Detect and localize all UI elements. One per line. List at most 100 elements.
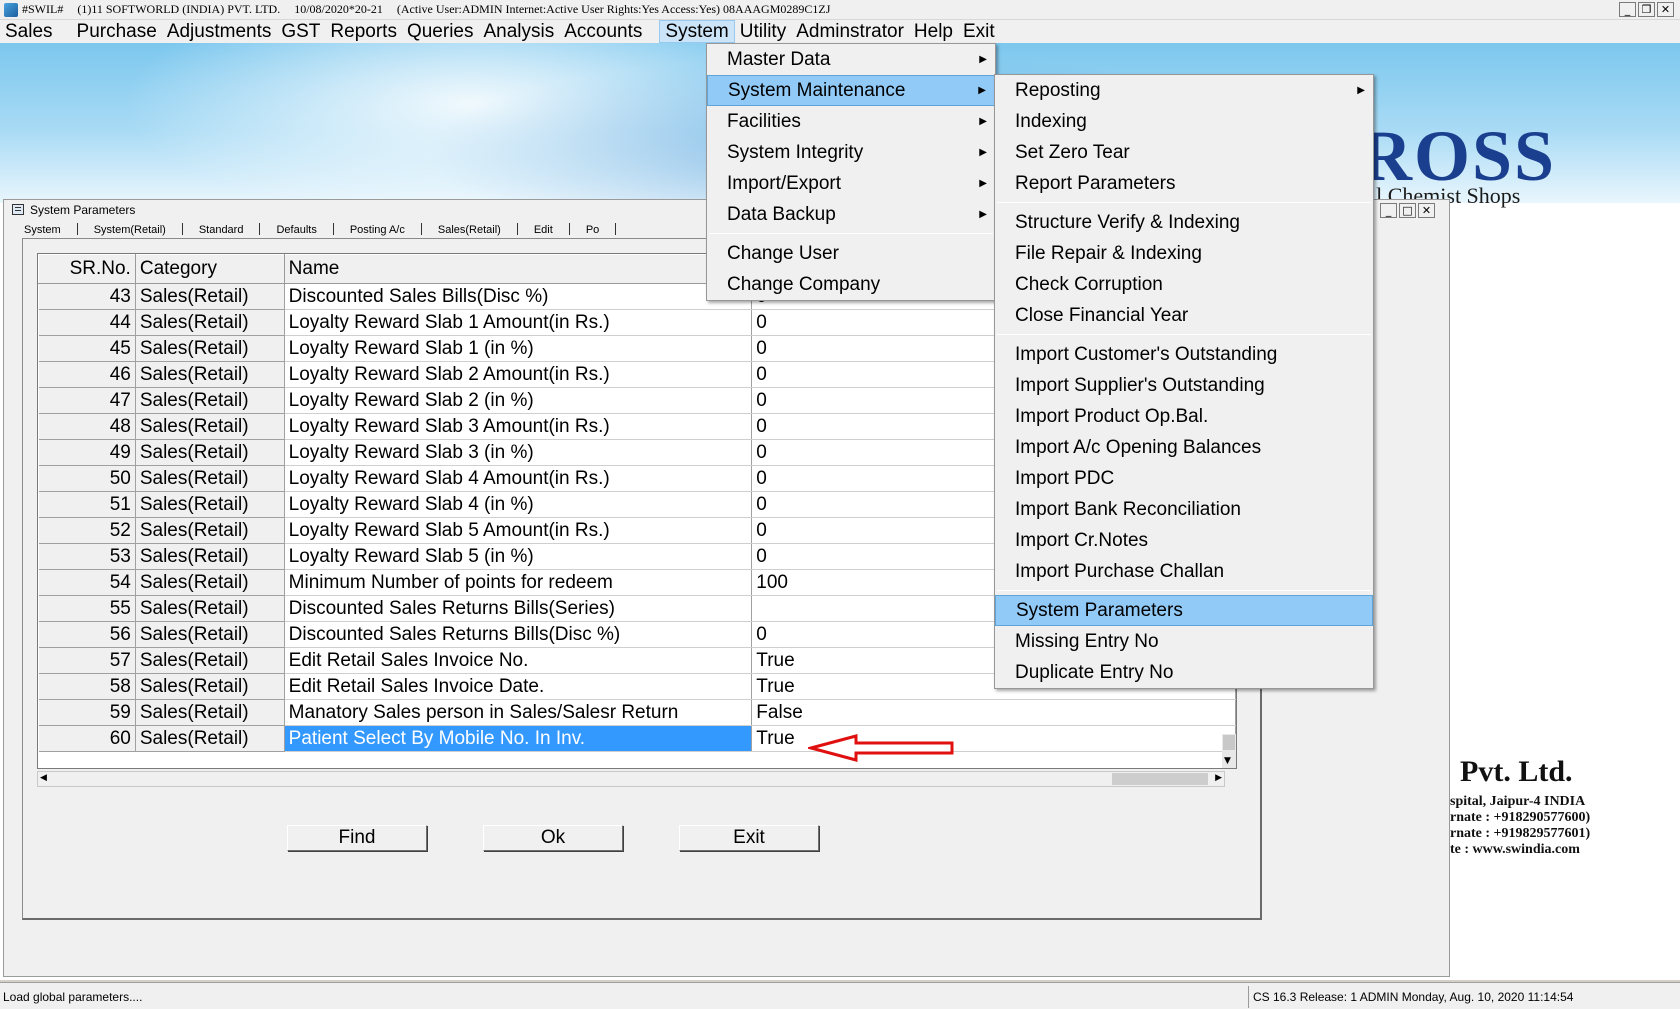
row-srno: 56: [38, 621, 136, 648]
maintenance-item-check-corruption[interactable]: Check Corruption: [995, 269, 1373, 300]
maintenance-item-report-parameters[interactable]: Report Parameters: [995, 168, 1373, 199]
maintenance-item-reposting[interactable]: Reposting ▶: [995, 75, 1373, 106]
tab-sales-retail[interactable]: Sales(Retail): [422, 223, 518, 236]
menu-item-label: Import Cr.Notes: [1015, 530, 1149, 551]
system-menu-item-system-integrity[interactable]: System Integrity ▶: [707, 137, 995, 168]
row-srno: 57: [38, 647, 136, 674]
maintenance-item-missing-entry-no[interactable]: Missing Entry No: [995, 626, 1373, 657]
column-header-srno[interactable]: SR.No.: [38, 254, 136, 284]
menu-utility[interactable]: Utility: [735, 20, 791, 43]
maintenance-item-import-customer-s-outstanding[interactable]: Import Customer's Outstanding: [995, 339, 1373, 370]
menu-item-label: Import Bank Reconciliation: [1015, 499, 1241, 520]
maintenance-item-file-repair-indexing[interactable]: File Repair & Indexing: [995, 238, 1373, 269]
company-phone-line: rnate : +919829577601): [1450, 826, 1591, 841]
column-header-name[interactable]: Name: [283, 254, 753, 284]
row-name: Loyalty Reward Slab 4 (in %): [284, 491, 753, 518]
maintenance-item-import-supplier-s-outstanding[interactable]: Import Supplier's Outstanding: [995, 370, 1373, 401]
vertical-scrollbar[interactable]: ▼: [1222, 734, 1236, 768]
exit-button[interactable]: Exit: [679, 825, 819, 851]
row-name: Loyalty Reward Slab 1 (in %): [284, 335, 753, 362]
menu-system[interactable]: System: [659, 20, 735, 43]
table-row[interactable]: 59 Sales(Retail) Manatory Sales person in …: [38, 699, 1236, 726]
find-button[interactable]: Find: [287, 825, 427, 851]
menu-item-label: System Integrity: [727, 142, 864, 163]
menu-adminstrator[interactable]: Adminstrator: [791, 20, 909, 43]
maintenance-item-import-cr-notes[interactable]: Import Cr.Notes: [995, 525, 1373, 556]
window-minimize-button[interactable]: _: [1380, 203, 1397, 218]
menu-gst[interactable]: GST: [276, 20, 325, 43]
row-value[interactable]: False: [751, 699, 1236, 726]
row-name: Patient Select By Mobile No. In Inv.: [284, 725, 753, 752]
maintenance-item-set-zero-tear[interactable]: Set Zero Tear: [995, 137, 1373, 168]
column-header-category[interactable]: Category: [134, 254, 285, 284]
window-maximize-button[interactable]: □: [1399, 203, 1416, 218]
system-menu-item-master-data[interactable]: Master Data ▶: [707, 44, 995, 75]
tab-po[interactable]: Po: [570, 223, 617, 236]
row-name: Loyalty Reward Slab 3 (in %): [284, 439, 753, 466]
scroll-down-arrow-icon[interactable]: ▼: [1224, 756, 1231, 766]
row-category: Sales(Retail): [135, 361, 285, 388]
system-menu-item-system-maintenance[interactable]: System Maintenance ▶: [707, 75, 995, 106]
menu-item-label: Structure Verify & Indexing: [1015, 212, 1240, 233]
system-menu-item-change-company[interactable]: Change Company: [707, 269, 995, 300]
menu-item-label: Import/Export: [727, 173, 842, 194]
submenu-arrow-icon: ▶: [979, 54, 987, 65]
restore-button[interactable]: ❐: [1638, 2, 1655, 17]
horizontal-scroll-thumb[interactable]: [1112, 773, 1208, 785]
menu-queries[interactable]: Queries: [402, 20, 479, 43]
menu-item-label: Check Corruption: [1015, 274, 1163, 295]
row-category: Sales(Retail): [135, 543, 285, 570]
tab-edit[interactable]: Edit: [518, 223, 570, 236]
menu-separator: [997, 334, 1371, 335]
maintenance-item-import-pdc[interactable]: Import PDC: [995, 463, 1373, 494]
close-button[interactable]: ✕: [1657, 2, 1674, 17]
maintenance-item-close-financial-year[interactable]: Close Financial Year: [995, 300, 1373, 331]
ok-button[interactable]: Ok: [483, 825, 623, 851]
menu-help[interactable]: Help: [909, 20, 958, 43]
row-srno: 46: [38, 361, 136, 388]
window-close-button[interactable]: ✕: [1418, 203, 1435, 218]
minimize-button[interactable]: _: [1619, 2, 1636, 17]
menu-separator: [709, 233, 993, 234]
tab-defaults[interactable]: Defaults: [260, 223, 334, 236]
menu-reports[interactable]: Reports: [325, 20, 402, 43]
menu-item-label: Reposting: [1015, 80, 1101, 101]
maintenance-item-import-bank-reconciliation[interactable]: Import Bank Reconciliation: [995, 494, 1373, 525]
menu-adjustments[interactable]: Adjustments: [162, 20, 277, 43]
system-menu-item-import-export[interactable]: Import/Export ▶: [707, 168, 995, 199]
tab-standard[interactable]: Standard: [183, 223, 261, 236]
maintenance-item-import-purchase-challan[interactable]: Import Purchase Challan: [995, 556, 1373, 587]
row-srno: 51: [38, 491, 136, 518]
system-menu-item-data-backup[interactable]: Data Backup ▶: [707, 199, 995, 230]
row-srno: 49: [38, 439, 136, 466]
maintenance-item-system-parameters[interactable]: System Parameters: [995, 595, 1373, 626]
menu-exit[interactable]: Exit: [958, 20, 1000, 43]
menu-item-label: Facilities: [727, 111, 801, 132]
row-srno: 48: [38, 413, 136, 440]
scroll-right-arrow-icon[interactable]: ▶: [1215, 773, 1222, 783]
maintenance-item-import-product-op-bal[interactable]: Import Product Op.Bal.: [995, 401, 1373, 432]
tab-posting-a-c[interactable]: Posting A/c: [334, 223, 422, 236]
maintenance-item-duplicate-entry-no[interactable]: Duplicate Entry No: [995, 657, 1373, 688]
maintenance-item-import-a-c-opening-balances[interactable]: Import A/c Opening Balances: [995, 432, 1373, 463]
maintenance-item-indexing[interactable]: Indexing: [995, 106, 1373, 137]
scroll-left-arrow-icon[interactable]: ◀: [40, 773, 47, 783]
menu-purchase[interactable]: Purchase: [72, 20, 162, 43]
horizontal-scrollbar[interactable]: ◀ ▶: [37, 771, 1225, 787]
menu-item-label: Import Purchase Challan: [1015, 561, 1225, 582]
tab-system[interactable]: System: [8, 223, 78, 236]
menu-accounts[interactable]: Accounts: [559, 20, 647, 43]
menu-sales[interactable]: Sales: [0, 20, 58, 43]
menu-analysis[interactable]: Analysis: [478, 20, 559, 43]
window-menu-icon[interactable]: [12, 204, 24, 215]
row-name: Loyalty Reward Slab 2 (in %): [284, 387, 753, 414]
table-row[interactable]: 60 Sales(Retail) Patient Select By Mobile …: [38, 725, 1236, 752]
system-menu-item-facilities[interactable]: Facilities ▶: [707, 106, 995, 137]
maintenance-item-structure-verify-indexing[interactable]: Structure Verify & Indexing: [995, 207, 1373, 238]
red-arrow-annotation: [808, 734, 954, 762]
row-srno: 54: [38, 569, 136, 596]
tab-system-retail[interactable]: System(Retail): [78, 223, 183, 236]
vertical-scroll-thumb[interactable]: [1223, 735, 1235, 750]
system-menu-item-change-user[interactable]: Change User: [707, 238, 995, 269]
row-name: Manatory Sales person in Sales/Salesr Re…: [284, 699, 753, 726]
